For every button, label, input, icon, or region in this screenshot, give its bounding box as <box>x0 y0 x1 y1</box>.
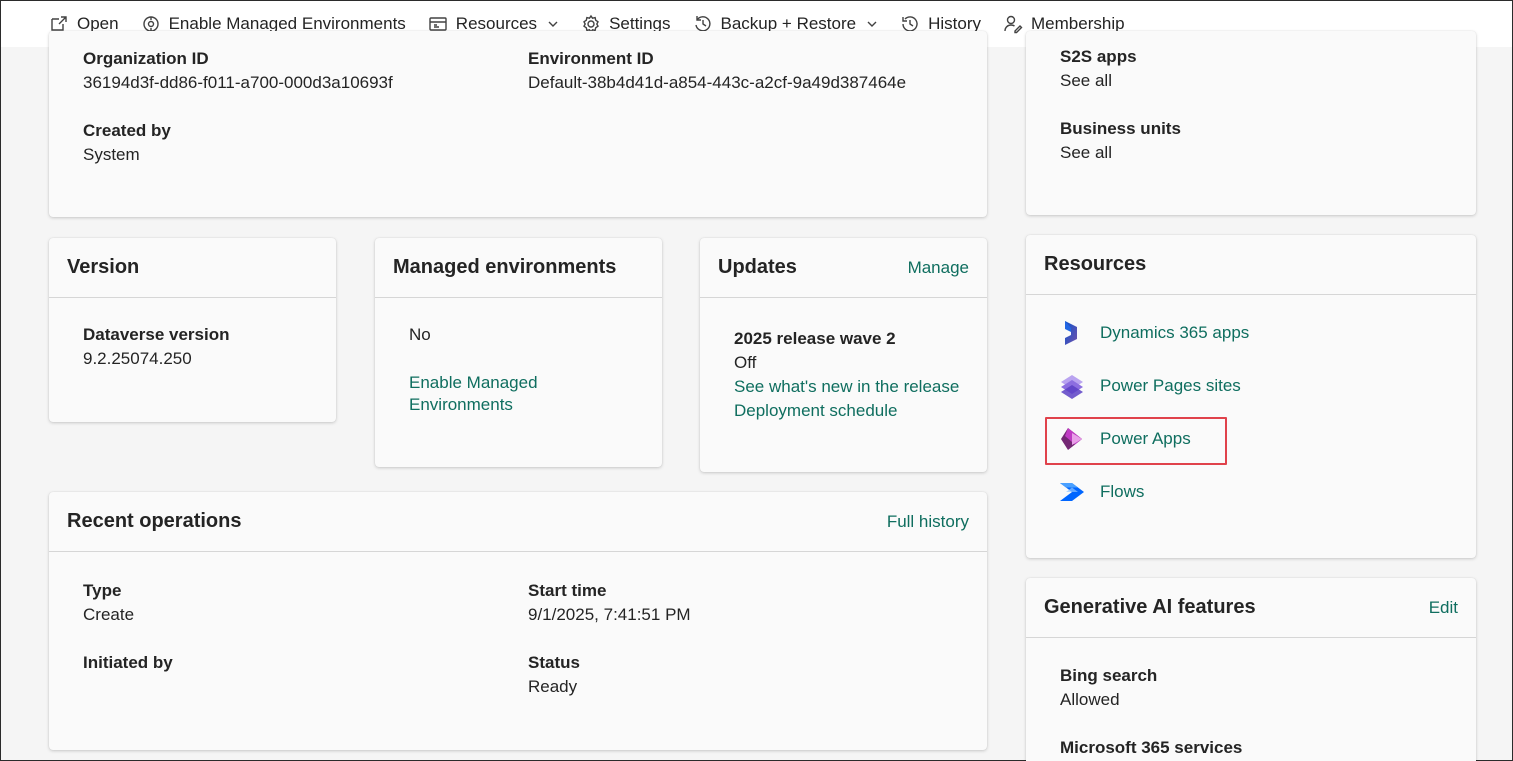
updates-title: Updates <box>718 256 797 278</box>
generative-ai-title: Generative AI features <box>1044 596 1256 618</box>
dynamics-365-icon <box>1065 321 1077 345</box>
status-field: Status Ready <box>528 653 580 697</box>
enable-managed-environments-link[interactable]: Enable Managed Environments <box>409 372 538 416</box>
managed-environments-header: Managed environments <box>375 238 662 298</box>
release-wave-field: 2025 release wave 2 Off See what's new i… <box>734 327 959 423</box>
managed-environments-title: Managed environments <box>393 256 617 278</box>
release-wave-value: Off <box>734 353 757 372</box>
recent-operations-title: Recent operations <box>67 510 242 532</box>
whats-new-link[interactable]: See what's new in the release <box>734 375 959 399</box>
s2s-apps-label: S2S apps <box>1060 47 1137 66</box>
s2s-apps-field: S2S apps See all <box>1060 47 1137 91</box>
organization-id-value: 36194d3f-dd86-f011-a700-000d3a10693f <box>83 73 393 92</box>
environment-details-card: Organization ID 36194d3f-dd86-f011-a700-… <box>49 31 987 217</box>
resource-power-pages-sites[interactable]: Power Pages sites <box>1058 372 1241 400</box>
dynamics-365-apps-label: Dynamics 365 apps <box>1100 323 1250 342</box>
power-automate-icon <box>1060 483 1084 501</box>
version-title: Version <box>67 256 140 278</box>
chevron-down-icon <box>548 21 558 27</box>
resource-dynamics-365-apps[interactable]: Dynamics 365 apps <box>1058 319 1249 347</box>
resource-flows[interactable]: Flows <box>1058 478 1144 506</box>
status-label: Status <box>528 653 580 672</box>
membership-icon <box>1004 15 1023 34</box>
initiated-by-label: Initiated by <box>83 653 173 672</box>
business-units-label: Business units <box>1060 119 1181 138</box>
organization-id-field: Organization ID 36194d3f-dd86-f011-a700-… <box>83 49 393 93</box>
enable-managed-link-line1[interactable]: Enable Managed <box>409 372 538 394</box>
bing-search-field: Bing search Allowed <box>1060 666 1157 710</box>
operation-type-field: Type Create <box>83 581 134 625</box>
created-by-label: Created by <box>83 121 171 140</box>
dataverse-version-field: Dataverse version 9.2.25074.250 <box>83 325 229 369</box>
dataverse-version-value: 9.2.25074.250 <box>83 349 192 368</box>
full-history-link[interactable]: Full history <box>887 512 969 532</box>
initiated-by-field: Initiated by <box>83 653 173 673</box>
environment-id-field: Environment ID Default-38b4d41d-a854-443… <box>528 49 906 93</box>
version-card: Version Dataverse version 9.2.25074.250 <box>49 238 336 422</box>
managed-environments-card: Managed environments No Enable Managed E… <box>375 238 662 467</box>
power-pages-sites-label: Power Pages sites <box>1100 376 1241 395</box>
environment-id-label: Environment ID <box>528 49 654 68</box>
power-apps-highlight-box <box>1045 417 1227 465</box>
start-time-value: 9/1/2025, 7:41:51 PM <box>528 605 691 624</box>
version-card-header: Version <box>49 238 336 298</box>
flows-label: Flows <box>1100 482 1145 501</box>
bing-search-label: Bing search <box>1060 666 1158 685</box>
access-card: S2S apps See all Business units See all <box>1026 31 1476 215</box>
created-by-value: System <box>83 145 140 164</box>
status-value: Ready <box>528 677 578 696</box>
start-time-field: Start time 9/1/2025, 7:41:51 PM <box>528 581 691 625</box>
updates-card-header: Updates Manage <box>700 238 987 298</box>
created-by-field: Created by System <box>83 121 171 165</box>
generative-ai-header: Generative AI features Edit <box>1026 578 1476 638</box>
managed-status-value: No <box>409 325 431 344</box>
enable-managed-link-line2[interactable]: Environments <box>409 394 538 416</box>
chevron-down-icon <box>867 21 877 27</box>
m365-services-field: Microsoft 365 services <box>1060 738 1242 758</box>
resources-card-header: Resources <box>1026 235 1476 295</box>
environment-id-value: Default-38b4d41d-a854-443c-a2cf-9a49d387… <box>528 73 907 92</box>
organization-id-label: Organization ID <box>83 49 209 68</box>
recent-operations-header: Recent operations Full history <box>49 492 987 552</box>
updates-card: Updates Manage 2025 release wave 2 Off S… <box>700 238 987 472</box>
operation-type-value: Create <box>83 605 135 624</box>
generative-ai-edit-link[interactable]: Edit <box>1429 598 1458 618</box>
start-time-label: Start time <box>528 581 607 600</box>
m365-services-label: Microsoft 365 services <box>1060 738 1243 757</box>
resources-card: Resources Dynamics 365 apps Power Pages … <box>1026 235 1476 558</box>
updates-manage-link[interactable]: Manage <box>908 258 969 278</box>
business-units-field: Business units See all <box>1060 119 1181 163</box>
bing-search-value: Allowed <box>1060 690 1120 709</box>
operation-type-label: Type <box>83 581 122 600</box>
dataverse-version-label: Dataverse version <box>83 325 230 344</box>
resources-title: Resources <box>1044 253 1147 275</box>
power-pages-icon <box>1061 375 1083 399</box>
business-units-see-all-link[interactable]: See all <box>1060 143 1181 163</box>
deployment-schedule-link[interactable]: Deployment schedule <box>734 399 959 423</box>
release-wave-label: 2025 release wave 2 <box>734 329 896 348</box>
generative-ai-features-card: Generative AI features Edit Bing search … <box>1026 578 1476 761</box>
managed-status-field: No <box>409 325 431 345</box>
s2s-apps-see-all-link[interactable]: See all <box>1060 71 1137 91</box>
recent-operations-card: Recent operations Full history Type Crea… <box>49 492 987 750</box>
